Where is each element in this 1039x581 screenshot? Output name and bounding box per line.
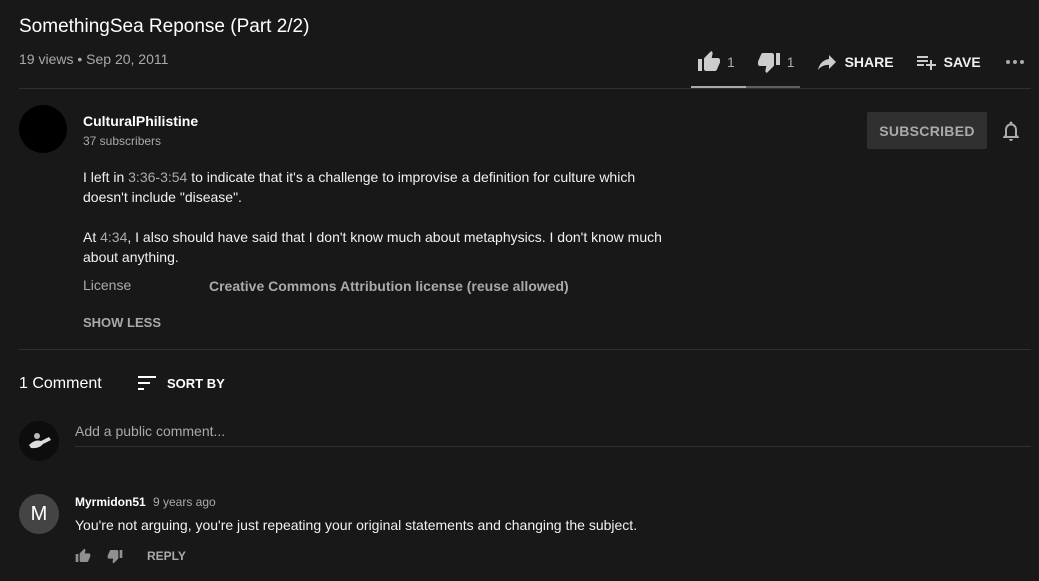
license-label: License bbox=[83, 277, 132, 293]
timestamp-link[interactable]: 4:34 bbox=[100, 229, 127, 245]
dislike-button[interactable]: 1 bbox=[757, 50, 795, 74]
thumbs-down-icon bbox=[757, 53, 780, 73]
comment-like-icon[interactable] bbox=[75, 548, 91, 564]
more-actions-button[interactable] bbox=[1003, 50, 1027, 74]
show-less-button[interactable]: SHOW LESS bbox=[83, 315, 161, 330]
divider-comments bbox=[19, 349, 1031, 350]
description-paragraph-2: At 4:34, I also should have said that I … bbox=[83, 229, 662, 265]
bell-icon bbox=[1003, 121, 1019, 141]
save-label: SAVE bbox=[943, 54, 981, 70]
share-button[interactable]: SHARE bbox=[815, 50, 894, 74]
user-avatar bbox=[19, 421, 59, 461]
thumbs-up-icon bbox=[698, 51, 720, 71]
sort-icon bbox=[138, 376, 156, 390]
comment-actions: REPLY bbox=[75, 548, 186, 564]
sort-label: SORT BY bbox=[167, 375, 225, 391]
upload-date: Sep 20, 2011 bbox=[86, 51, 169, 67]
comment-dislike-icon[interactable] bbox=[107, 548, 123, 564]
like-count: 1 bbox=[727, 54, 735, 70]
save-button[interactable]: SAVE bbox=[914, 50, 981, 74]
divider-top bbox=[19, 88, 1031, 89]
timestamp-link[interactable]: 3:36 bbox=[128, 169, 155, 185]
playlist-add-icon bbox=[916, 56, 936, 70]
channel-avatar[interactable] bbox=[19, 105, 67, 153]
more-horizontal-icon bbox=[1005, 60, 1024, 64]
comment-input[interactable]: Add a public comment... bbox=[75, 421, 1031, 447]
meta-separator: • bbox=[77, 51, 83, 67]
subscribe-button[interactable]: SUBSCRIBED bbox=[867, 112, 987, 149]
like-button[interactable]: 1 bbox=[697, 50, 735, 74]
reply-button[interactable]: REPLY bbox=[147, 549, 186, 563]
share-icon bbox=[817, 55, 836, 70]
video-description: I left in 3:36-3:54 to indicate that it'… bbox=[83, 167, 683, 287]
notification-bell-button[interactable] bbox=[999, 119, 1023, 148]
comment-time[interactable]: 9 years ago bbox=[153, 495, 216, 509]
commenter-avatar[interactable]: M bbox=[19, 494, 59, 534]
comment-author[interactable]: Myrmidon51 bbox=[75, 495, 146, 509]
timestamp-link[interactable]: 3:54 bbox=[160, 169, 187, 185]
description-paragraph-1: I left in 3:36-3:54 to indicate that it'… bbox=[83, 169, 636, 205]
sort-by-button[interactable]: SORT BY bbox=[137, 373, 225, 393]
license-link[interactable]: Creative Commons Attribution license (re… bbox=[209, 278, 569, 294]
subscriber-count: 37 subscribers bbox=[83, 134, 162, 148]
comment-text: You're not arguing, you're just repeatin… bbox=[75, 517, 638, 533]
view-count: 19 views bbox=[19, 51, 74, 67]
video-meta: 19 views • Sep 20, 2011 bbox=[19, 51, 168, 67]
share-label: SHARE bbox=[844, 54, 894, 70]
video-title: SomethingSea Reponse (Part 2/2) bbox=[19, 16, 310, 37]
comment-count: 1 Comment bbox=[19, 375, 102, 392]
channel-name[interactable]: CulturalPhilistine bbox=[83, 113, 198, 129]
video-actions: 1 1 SHARE SAVE bbox=[691, 46, 1027, 78]
dislike-count: 1 bbox=[786, 54, 795, 70]
